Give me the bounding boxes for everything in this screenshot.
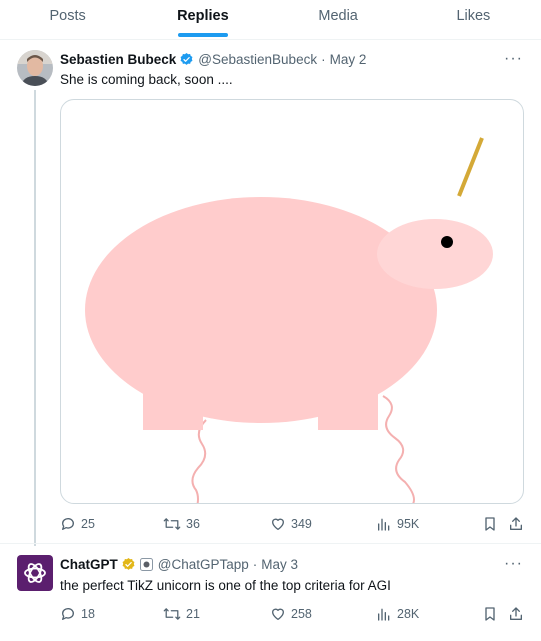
bookmark-button[interactable]: [482, 516, 503, 532]
bookmark-button[interactable]: [482, 606, 503, 622]
tab-replies-label: Replies: [177, 8, 229, 24]
tab-replies[interactable]: Replies: [135, 0, 270, 39]
repost-button[interactable]: 36: [163, 516, 200, 532]
user-handle[interactable]: @SebastienBubeck: [198, 52, 317, 67]
tweet-text: the perfect TikZ unicorn is one of the t…: [60, 578, 391, 593]
dot-separator: ·: [252, 557, 258, 572]
reply-icon: [62, 608, 74, 620]
bookmark-icon: [485, 607, 495, 621]
user-handle[interactable]: @ChatGPTapp: [158, 557, 249, 572]
tweet-text: She is coming back, soon ....: [60, 72, 233, 87]
tweet-actions: 18 21 258 28K: [60, 606, 526, 626]
affiliate-badge-icon: [139, 558, 153, 571]
share-icon: [510, 517, 522, 530]
views-count: 28K: [397, 607, 420, 621]
display-name[interactable]: ChatGPT: [60, 557, 118, 572]
avatar[interactable]: [17, 50, 53, 86]
unicorn-horn: [457, 137, 484, 197]
verified-badge-icon: [179, 52, 194, 67]
leg-squiggle: [191, 419, 207, 503]
thread-connector-line: [34, 90, 36, 546]
tab-likes-label: Likes: [456, 8, 491, 24]
share-button[interactable]: [508, 606, 529, 622]
like-icon: [272, 518, 284, 530]
verified-gold-badge-icon: [121, 557, 136, 572]
tweet-date[interactable]: May 3: [261, 557, 298, 572]
repost-icon: [163, 608, 181, 620]
tweet-media-image[interactable]: [60, 99, 524, 504]
reply-count: 25: [81, 517, 95, 531]
tab-media[interactable]: Media: [271, 0, 406, 39]
like-count: 258: [291, 607, 312, 621]
openai-logo-icon: [24, 563, 46, 583]
views-button[interactable]: 95K: [376, 516, 419, 532]
like-button[interactable]: 349: [270, 516, 312, 532]
repost-count: 21: [186, 607, 200, 621]
active-tab-indicator: [177, 33, 228, 37]
like-icon: [272, 608, 284, 620]
tweet-actions: 25 36 349 95K: [60, 516, 526, 536]
more-icon[interactable]: ···: [504, 50, 523, 68]
more-icon[interactable]: ···: [504, 555, 523, 573]
unicorn-eye: [441, 236, 453, 248]
avatar[interactable]: [17, 555, 53, 591]
like-count: 349: [291, 517, 312, 531]
repost-button[interactable]: 21: [163, 606, 200, 622]
reply-button[interactable]: 18: [60, 606, 95, 622]
tail-squiggle: [382, 395, 415, 503]
tweet-header: Sebastien Bubeck @SebastienBubeck · May …: [60, 52, 366, 67]
views-count: 95K: [397, 517, 420, 531]
unicorn-body: [85, 197, 437, 423]
profile-tabs: Posts Replies Media Likes: [0, 0, 541, 40]
tab-media-label: Media: [318, 8, 358, 24]
tweet-date[interactable]: May 2: [330, 52, 367, 67]
views-icon: [378, 518, 390, 531]
tab-posts-label: Posts: [49, 8, 86, 24]
like-button[interactable]: 258: [270, 606, 312, 622]
unicorn-drawing: [85, 137, 493, 503]
reply-icon: [62, 518, 74, 530]
reply-button[interactable]: 25: [60, 516, 95, 532]
share-icon: [510, 607, 522, 620]
share-button[interactable]: [508, 516, 529, 532]
bookmark-icon: [485, 517, 495, 531]
repost-count: 36: [186, 517, 200, 531]
views-button[interactable]: 28K: [376, 606, 419, 622]
repost-icon: [163, 518, 181, 530]
unicorn-head: [377, 219, 493, 289]
tab-posts[interactable]: Posts: [0, 0, 135, 39]
dot-separator: ·: [321, 52, 326, 67]
tweet-header: ChatGPT @ChatGPTapp · May 3: [60, 557, 298, 572]
reply-count: 18: [81, 607, 95, 621]
tab-likes[interactable]: Likes: [406, 0, 541, 39]
display-name[interactable]: Sebastien Bubeck: [60, 52, 176, 67]
tweet-divider: [0, 543, 541, 544]
views-icon: [378, 608, 390, 621]
